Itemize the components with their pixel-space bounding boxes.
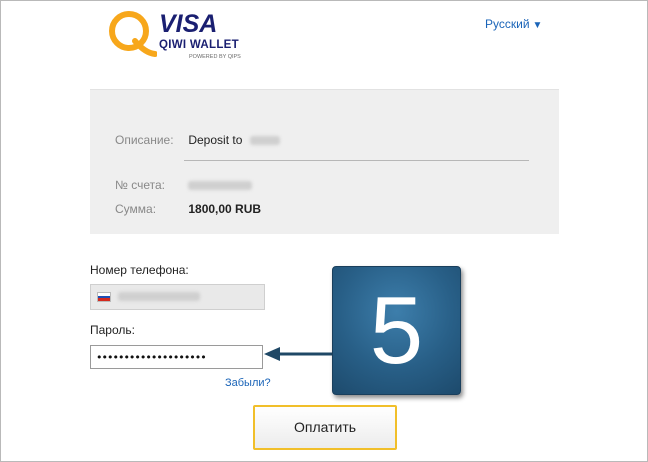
amount-row: Сумма: 1800,00 RUB bbox=[115, 202, 261, 216]
step-number-badge: 5 bbox=[332, 266, 461, 395]
powered-by-text: POWERED BY QIPS bbox=[189, 54, 241, 60]
redacted-merchant bbox=[249, 136, 280, 146]
password-field[interactable]: •••••••••••••••••••• bbox=[90, 345, 263, 369]
phone-field bbox=[90, 284, 265, 310]
qiwi-visa-logo: VISA QIWI WALLET POWERED BY QIPS bbox=[105, 9, 255, 64]
redacted-phone-number bbox=[118, 292, 200, 301]
forgot-password-link[interactable]: Забыли? bbox=[225, 377, 271, 389]
amount-label: Сумма: bbox=[115, 202, 157, 216]
pay-button[interactable]: Оплатить bbox=[253, 405, 397, 450]
password-label: Пароль: bbox=[90, 323, 135, 337]
left-arrow-icon bbox=[264, 347, 334, 361]
account-label: № счета: bbox=[115, 178, 165, 192]
phone-label: Номер телефона: bbox=[90, 263, 189, 277]
page-frame: VISA QIWI WALLET POWERED BY QIPS Русский… bbox=[0, 0, 648, 462]
amount-value: 1800,00 RUB bbox=[188, 202, 262, 216]
description-row: Описание: Deposit to bbox=[115, 133, 280, 147]
account-row: № счета: bbox=[115, 178, 253, 192]
language-label: Русский bbox=[485, 17, 530, 31]
language-selector[interactable]: Русский ▼ bbox=[485, 17, 542, 31]
qiwi-wallet-logo-text: QIWI WALLET bbox=[159, 39, 239, 51]
chevron-down-icon: ▼ bbox=[532, 20, 543, 31]
info-divider bbox=[184, 160, 529, 161]
description-value: Deposit to bbox=[188, 133, 243, 147]
description-label: Описание: bbox=[115, 133, 174, 147]
step-number: 5 bbox=[369, 277, 424, 384]
payment-info-panel: Описание: Deposit to № счета: Сумма: 180… bbox=[90, 89, 559, 234]
visa-logo-text: VISA bbox=[159, 10, 218, 38]
redacted-account-number bbox=[188, 181, 253, 191]
russian-flag-icon bbox=[97, 292, 111, 302]
qiwi-q-logo-icon bbox=[109, 11, 157, 57]
